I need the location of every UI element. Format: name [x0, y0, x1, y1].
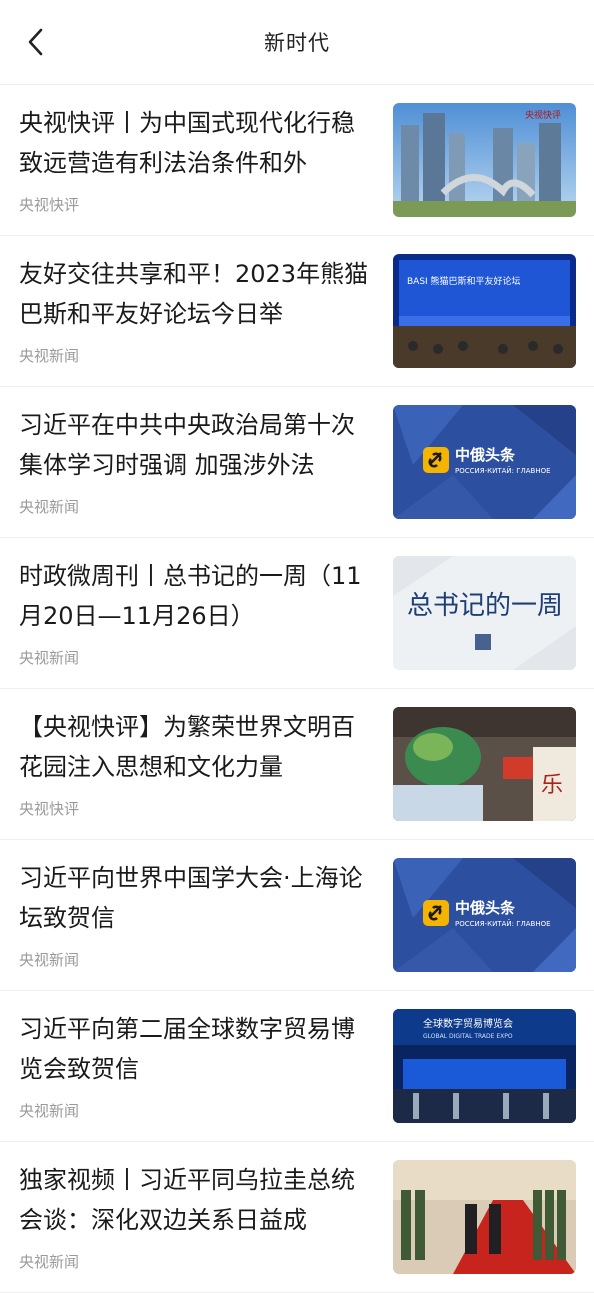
article-source: 央视新闻	[19, 649, 80, 667]
article-headline: 央视快评丨为中国式现代化行稳致远营造有利法治条件和外	[19, 109, 355, 177]
article-item[interactable]: 【央视快评】为繁荣世界文明百花园注入思想和文化力量 央视快评 乐	[0, 689, 594, 840]
chevron-left-icon	[28, 28, 43, 56]
thumb-label: 央视快评	[525, 109, 561, 121]
thumb-label: BASI 熊猫巴斯和平友好论坛	[407, 275, 521, 287]
article-source: 央视新闻	[19, 951, 80, 969]
article-list: 央视快评丨为中国式现代化行稳致远营造有利法治条件和外 央视快评 央视快评 友好交…	[0, 85, 594, 1293]
article-source: 央视快评	[19, 196, 80, 214]
article-thumbnail: 中俄头条 РОССИЯ-КИТАЙ: ГЛАВНОЕ	[393, 405, 576, 519]
article-source: 央视新闻	[19, 498, 80, 516]
article-headline: 习近平向世界中国学大会·上海论坛致贺信	[19, 864, 363, 932]
page-title: 新时代	[264, 31, 330, 55]
top-bar: 新时代	[0, 0, 594, 85]
article-thumbnail: 总书记的一周	[393, 556, 576, 670]
article-headline: 友好交往共享和平！2023年熊猫巴斯和平友好论坛今日举	[19, 260, 369, 328]
article-headline: 习近平向第二届全球数字贸易博览会致贺信	[19, 1015, 355, 1083]
thumb-label: 中俄头条	[455, 446, 516, 464]
thumb-sublabel: РОССИЯ-КИТАЙ: ГЛАВНОЕ	[455, 919, 551, 928]
thumb-sublabel: GLOBAL DIGITAL TRADE EXPO	[423, 1033, 513, 1040]
article-headline: 独家视频丨习近平同乌拉圭总统会谈：深化双边关系日益成	[19, 1166, 355, 1234]
article-thumbnail: BASI 熊猫巴斯和平友好论坛	[393, 254, 576, 368]
article-item[interactable]: 习近平向世界中国学大会·上海论坛致贺信 央视新闻 中俄头条 РОССИЯ-КИТ…	[0, 840, 594, 991]
article-item[interactable]: 时政微周刊丨总书记的一周（11月20日—11月26日） 央视新闻 总书记的一周	[0, 538, 594, 689]
article-item[interactable]: 独家视频丨习近平同乌拉圭总统会谈：深化双边关系日益成 央视新闻	[0, 1142, 594, 1293]
article-source: 央视快评	[19, 800, 80, 818]
article-source: 央视新闻	[19, 1253, 80, 1271]
article-item[interactable]: 友好交往共享和平！2023年熊猫巴斯和平友好论坛今日举 央视新闻 BASI 熊猫…	[0, 236, 594, 387]
article-headline: 【央视快评】为繁荣世界文明百花园注入思想和文化力量	[19, 713, 355, 781]
article-thumbnail	[393, 1160, 576, 1274]
thumb-label: 总书记的一周	[407, 591, 563, 621]
thumb-sublabel: РОССИЯ-КИТАЙ: ГЛАВНОЕ	[455, 466, 551, 475]
article-thumbnail: 央视快评	[393, 103, 576, 217]
article-thumbnail: 中俄头条 РОССИЯ-КИТАЙ: ГЛАВНОЕ	[393, 858, 576, 972]
article-headline: 习近平在中共中央政治局第十次集体学习时强调 加强涉外法	[19, 411, 355, 479]
article-item[interactable]: 央视快评丨为中国式现代化行稳致远营造有利法治条件和外 央视快评 央视快评	[0, 85, 594, 236]
thumb-label: 中俄头条	[455, 899, 516, 917]
thumb-label: 全球数字贸易博览会	[423, 1017, 513, 1030]
article-thumbnail: 乐	[393, 707, 576, 821]
article-thumbnail: 全球数字贸易博览会 GLOBAL DIGITAL TRADE EXPO	[393, 1009, 576, 1123]
article-headline: 时政微周刊丨总书记的一周（11月20日—11月26日）	[19, 562, 362, 630]
back-button[interactable]	[14, 20, 58, 64]
article-source: 央视新闻	[19, 347, 80, 365]
article-source: 央视新闻	[19, 1102, 80, 1120]
article-item[interactable]: 习近平向第二届全球数字贸易博览会致贺信 央视新闻 全球数字贸易博览会 GLOBA…	[0, 991, 594, 1142]
thumb-glyph: 乐	[541, 773, 563, 798]
article-item[interactable]: 习近平在中共中央政治局第十次集体学习时强调 加强涉外法 央视新闻 中俄头条 РО…	[0, 387, 594, 538]
